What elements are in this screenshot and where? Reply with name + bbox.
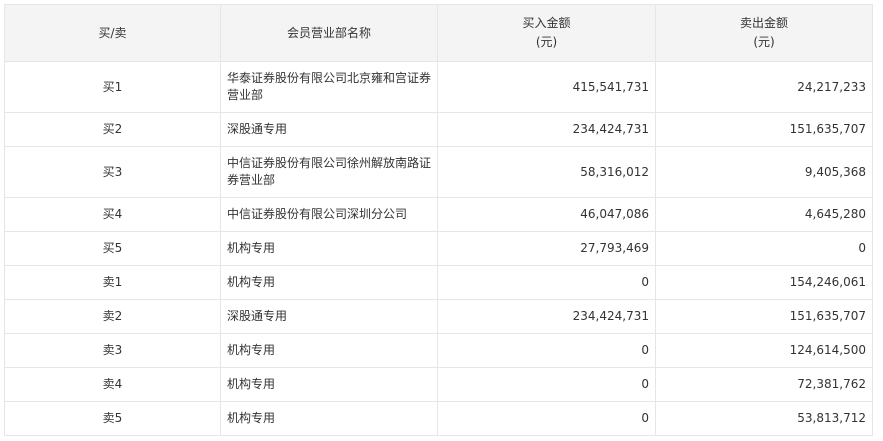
broker-name-cell: 中信证券股份有限公司深圳分公司 (220, 197, 438, 232)
sell-amount-header-label: 卖出金额 (739, 16, 788, 30)
sell-amount-cell: 4,645,280 (655, 197, 873, 232)
broker-name-cell: 深股通专用 (220, 299, 438, 334)
sell-amount-cell: 9,405,368 (655, 146, 873, 198)
buy-amount-cell: 0 (437, 265, 656, 300)
buy-amount-cell: 0 (437, 333, 656, 368)
sell-amount-cell: 151,635,707 (655, 112, 873, 147)
buy-amount-cell: 415,541,731 (437, 61, 656, 113)
buy-amount-cell: 0 (437, 367, 656, 402)
broker-name-cell: 机构专用 (220, 231, 438, 266)
buy-amount-cell: 234,424,731 (437, 299, 656, 334)
side-cell: 买2 (4, 112, 221, 147)
table-row: 买5 机构专用 27,793,469 0 (4, 231, 873, 266)
table-row: 卖4 机构专用 0 72,381,762 (4, 367, 873, 402)
header-row: 买/卖 会员营业部名称 买入金额 (元) 卖出金额 (元) (4, 4, 873, 62)
sell-amount-column-header: 卖出金额 (元) (655, 4, 873, 62)
table-row: 卖2 深股通专用 234,424,731 151,635,707 (4, 299, 873, 334)
buy-amount-cell: 27,793,469 (437, 231, 656, 266)
broker-name-cell: 机构专用 (220, 367, 438, 402)
buy-amount-column-header: 买入金额 (元) (437, 4, 656, 62)
broker-name-cell: 华泰证券股份有限公司北京雍和宫证券营业部 (220, 61, 438, 113)
side-cell: 买5 (4, 231, 221, 266)
table-row: 卖1 机构专用 0 154,246,061 (4, 265, 873, 300)
side-cell: 买3 (4, 146, 221, 198)
buy-amount-header-label: 买入金额 (522, 16, 571, 30)
sell-amount-cell: 53,813,712 (655, 401, 873, 436)
broker-name-column-header: 会员营业部名称 (220, 4, 438, 62)
broker-name-cell: 机构专用 (220, 333, 438, 368)
side-cell: 买4 (4, 197, 221, 232)
table-row: 买1 华泰证券股份有限公司北京雍和宫证券营业部 415,541,731 24,2… (4, 61, 873, 113)
side-column-header: 买/卖 (4, 4, 221, 62)
sell-amount-header-unit: (元) (753, 35, 775, 49)
table-body: 买1 华泰证券股份有限公司北京雍和宫证券营业部 415,541,731 24,2… (4, 61, 873, 436)
table-header: 买/卖 会员营业部名称 买入金额 (元) 卖出金额 (元) (4, 4, 873, 62)
broker-name-cell: 中信证券股份有限公司徐州解放南路证券营业部 (220, 146, 438, 198)
sell-amount-cell: 151,635,707 (655, 299, 873, 334)
side-cell: 卖2 (4, 299, 221, 334)
table-row: 买4 中信证券股份有限公司深圳分公司 46,047,086 4,645,280 (4, 197, 873, 232)
sell-amount-cell: 72,381,762 (655, 367, 873, 402)
table-row: 卖5 机构专用 0 53,813,712 (4, 401, 873, 436)
broker-trade-table: 买/卖 会员营业部名称 买入金额 (元) 卖出金额 (元) 买1 华泰证券股份有… (4, 4, 873, 436)
side-cell: 卖1 (4, 265, 221, 300)
sell-amount-cell: 124,614,500 (655, 333, 873, 368)
buy-amount-cell: 234,424,731 (437, 112, 656, 147)
broker-name-cell: 深股通专用 (220, 112, 438, 147)
buy-amount-cell: 0 (437, 401, 656, 436)
sell-amount-cell: 154,246,061 (655, 265, 873, 300)
buy-amount-cell: 58,316,012 (437, 146, 656, 198)
side-cell: 买1 (4, 61, 221, 113)
side-cell: 卖3 (4, 333, 221, 368)
broker-name-cell: 机构专用 (220, 265, 438, 300)
side-cell: 卖5 (4, 401, 221, 436)
buy-amount-cell: 46,047,086 (437, 197, 656, 232)
table-row: 卖3 机构专用 0 124,614,500 (4, 333, 873, 368)
table-row: 买2 深股通专用 234,424,731 151,635,707 (4, 112, 873, 147)
side-cell: 卖4 (4, 367, 221, 402)
sell-amount-cell: 0 (655, 231, 873, 266)
sell-amount-cell: 24,217,233 (655, 61, 873, 113)
buy-amount-header-unit: (元) (535, 35, 558, 49)
broker-name-cell: 机构专用 (220, 401, 438, 436)
table-row: 买3 中信证券股份有限公司徐州解放南路证券营业部 58,316,012 9,40… (4, 146, 873, 198)
